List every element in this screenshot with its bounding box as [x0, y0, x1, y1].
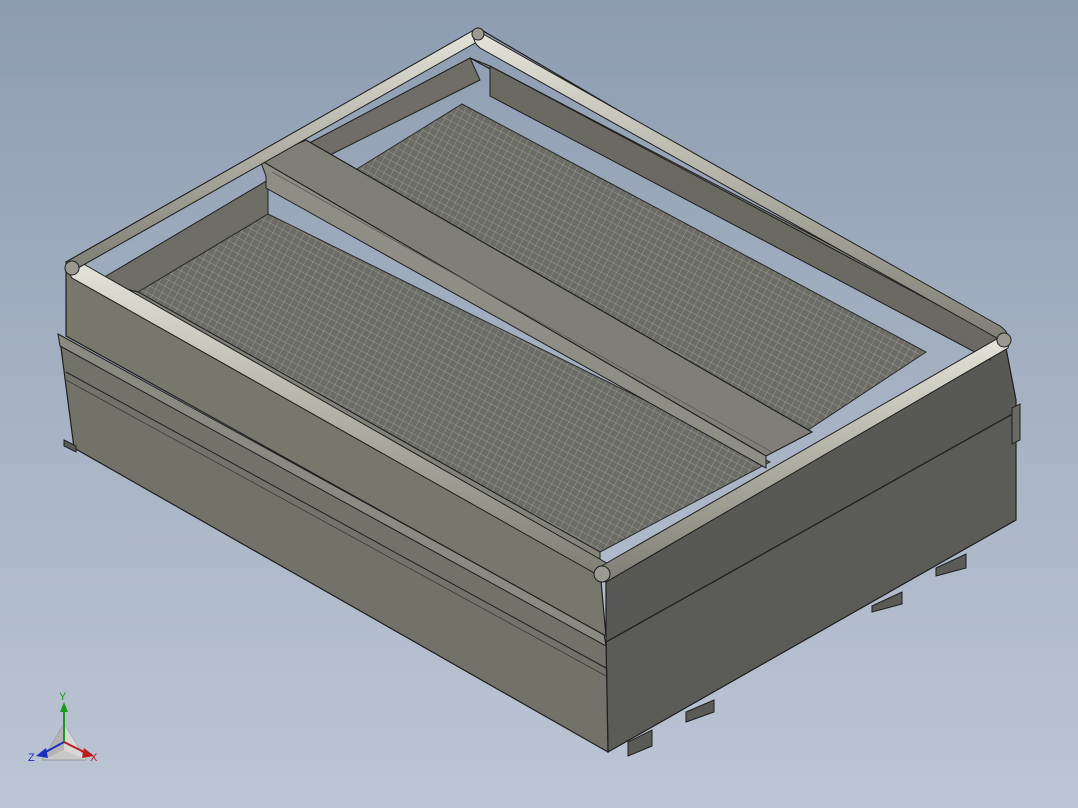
cad-model[interactable] [0, 0, 1078, 808]
triad-graphic [36, 702, 94, 761]
rail-end-cap [471, 27, 485, 41]
triad-x-label: X [90, 752, 98, 764]
rail-end-cap [996, 332, 1012, 348]
side-tab [1011, 403, 1021, 445]
triad-y-label: Y [59, 691, 67, 703]
graphics-viewport[interactable]: Y Z X [0, 0, 1078, 808]
orientation-triad[interactable]: Y Z X [22, 690, 112, 780]
triad-z-label: Z [28, 752, 35, 764]
rail-end-cap [64, 260, 80, 276]
rail-end-cap [593, 565, 611, 583]
